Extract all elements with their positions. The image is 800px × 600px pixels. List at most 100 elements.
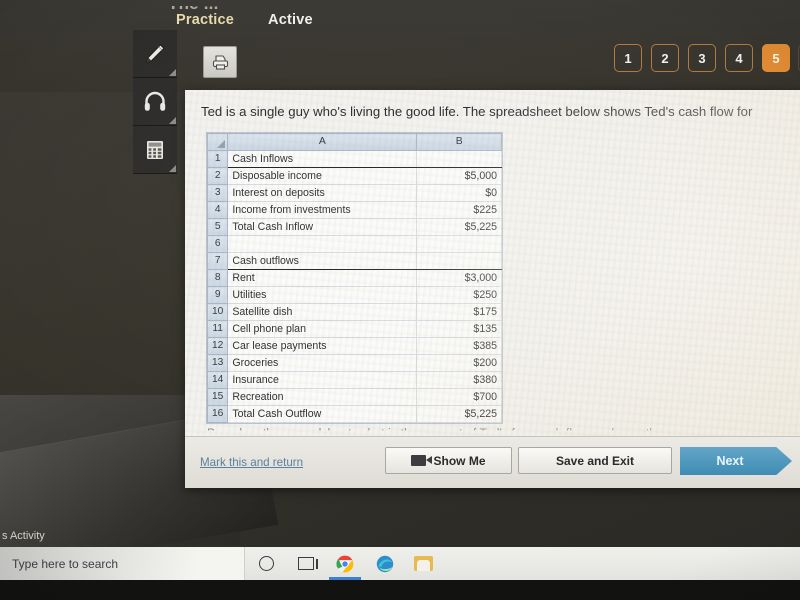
print-button[interactable] [203,46,237,78]
cell-label[interactable]: Satellite dish [227,303,418,321]
table-row[interactable]: 5 Total Cash Inflow $5,225 [206,218,502,236]
table-row[interactable]: 7 Cash outflows [206,252,502,270]
row-number[interactable]: 11 [206,320,229,338]
edge-icon[interactable] [375,554,394,573]
cell-label[interactable] [227,235,418,253]
table-row[interactable]: 10 Satellite dish $175 [206,303,502,321]
cell-value[interactable] [416,235,502,253]
cell-value[interactable]: $380 [416,371,502,389]
cell-value[interactable]: $5,225 [416,218,502,236]
tab-active[interactable]: Active [268,12,313,28]
cell-label[interactable]: Total Cash Inflow [227,218,418,236]
cortana-icon[interactable] [257,554,276,573]
file-explorer-icon[interactable] [414,554,433,573]
row-number[interactable]: 15 [206,388,229,406]
cell-label[interactable]: Cash outflows [227,252,418,270]
cell-value[interactable]: $175 [416,303,502,321]
cell-value[interactable]: $5,000 [416,167,502,185]
task-view-icon[interactable] [296,554,318,573]
row-number[interactable]: 16 [206,405,229,423]
cell-label[interactable]: Interest on deposits [227,184,418,202]
printer-icon [212,54,228,70]
chrome-icon[interactable] [335,554,354,573]
cell-label[interactable]: Car lease payments [227,337,418,355]
row-number[interactable]: 14 [206,371,229,389]
cell-label[interactable]: Recreation [227,388,418,406]
page-button-5-current[interactable]: 5 [762,44,790,72]
table-row[interactable]: 15 Recreation $700 [206,388,502,406]
row-number[interactable]: 5 [206,218,229,236]
row-number[interactable]: 1 [206,150,229,168]
page-button-4[interactable]: 4 [725,44,753,72]
table-row[interactable]: 16 Total Cash Outflow $5,225 [206,405,502,423]
table-row[interactable]: 2 Disposable income $5,000 [206,167,502,185]
select-all-corner[interactable] [206,133,229,151]
cell-label[interactable]: Income from investments [227,201,418,219]
cell-label[interactable]: Total Cash Outflow [227,405,418,423]
tool-calculator[interactable] [133,126,177,174]
row-number[interactable]: 2 [206,167,229,185]
cell-value[interactable]: $135 [416,320,502,338]
cell-value[interactable]: $385 [416,337,502,355]
taskbar-search-input[interactable]: Type here to search [0,547,245,580]
row-number[interactable]: 8 [206,269,229,287]
cell-value[interactable]: $700 [416,388,502,406]
save-and-exit-button[interactable]: Save and Exit [518,447,672,474]
table-row[interactable]: 4 Income from investments $225 [206,201,502,219]
cell-label[interactable]: Groceries [227,354,418,372]
headphones-icon [144,91,166,111]
table-row[interactable]: 3 Interest on deposits $0 [206,184,502,202]
cell-label[interactable]: Rent [227,269,418,287]
table-row[interactable]: 13 Groceries $200 [206,354,502,372]
page-button-2[interactable]: 2 [651,44,679,72]
cell-value[interactable]: $0 [416,184,502,202]
cell-label[interactable]: Utilities [227,286,418,304]
nav-tabs: Practice Active [176,12,313,28]
question-prompt: Ted is a single guy who's living the goo… [201,104,753,119]
mark-this-and-return-link[interactable]: Mark this and return [200,456,303,469]
cell-value[interactable]: $225 [416,201,502,219]
cell-label[interactable]: Disposable income [227,167,418,185]
tab-practice[interactable]: Practice [176,12,234,28]
spreadsheet-body: 1 Cash Inflows 2 Disposable income $5,00… [206,150,502,423]
row-number[interactable]: 4 [206,201,229,219]
page-button-3[interactable]: 3 [688,44,716,72]
tool-corner-indicator [169,165,176,172]
photo-bottom-edge [0,580,800,600]
cell-label[interactable]: Insurance [227,371,418,389]
highlighter-icon [146,43,165,63]
row-number[interactable]: 12 [206,337,229,355]
cell-value[interactable]: $200 [416,354,502,372]
tool-corner-indicator [169,69,176,76]
table-row[interactable]: 11 Cell phone plan $135 [206,320,502,338]
tool-highlighter[interactable] [133,30,177,78]
table-row[interactable]: 6 [206,235,502,253]
row-number[interactable]: 7 [206,252,229,270]
cell-value[interactable]: $5,225 [416,405,502,423]
tool-read-aloud[interactable] [133,78,177,126]
row-number[interactable]: 3 [206,184,229,202]
table-row[interactable]: 12 Car lease payments $385 [206,337,502,355]
row-number[interactable]: 13 [206,354,229,372]
row-number[interactable]: 10 [206,303,229,321]
table-row[interactable]: 8 Rent $3,000 [206,269,502,287]
page-button-1[interactable]: 1 [614,44,642,72]
next-label: Next [716,454,744,468]
row-number[interactable]: 9 [206,286,229,304]
question-content-card: Ted is a single guy who's living the goo… [185,90,800,488]
table-row[interactable]: 14 Insurance $380 [206,371,502,389]
next-button[interactable]: Next [680,447,792,475]
cell-label[interactable]: Cell phone plan [227,320,418,338]
table-row[interactable]: 9 Utilities $250 [206,286,502,304]
cell-value[interactable] [416,150,502,168]
cell-value[interactable]: $250 [416,286,502,304]
windows-taskbar: Type here to search [0,547,800,580]
table-row[interactable]: 1 Cash Inflows [206,150,502,168]
row-number[interactable]: 6 [206,235,229,253]
cell-label[interactable]: Cash Inflows [227,150,418,168]
cell-value[interactable]: $3,000 [416,269,502,287]
show-me-button[interactable]: Show Me [385,447,512,474]
column-header-b[interactable]: B [416,133,502,151]
column-header-a[interactable]: A [227,133,418,151]
cell-value[interactable] [416,252,502,270]
